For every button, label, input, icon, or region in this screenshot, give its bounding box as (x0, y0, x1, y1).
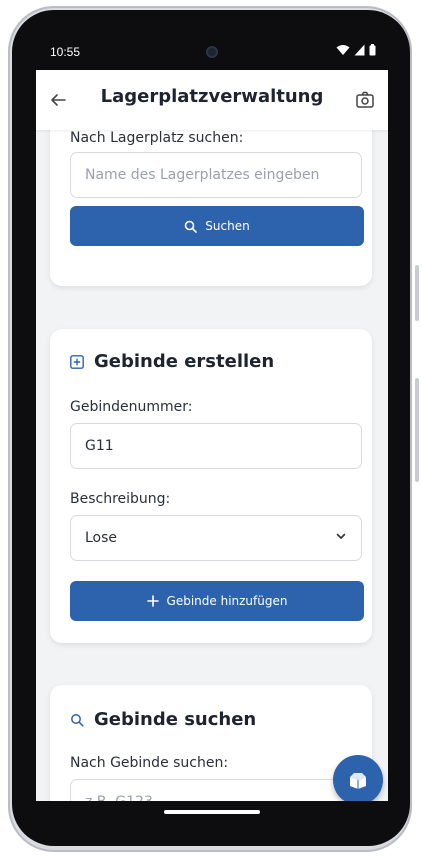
gebindenummer-input[interactable]: G11 (70, 423, 362, 469)
lagerplatz-search-input[interactable]: Name des Lagerplatzes eingeben (70, 152, 362, 198)
status-time: 10:55 (50, 45, 81, 59)
lagerplatz-search-label: Nach Lagerplatz suchen: (70, 130, 244, 146)
screen: 10:55 Lagerplatzverwaltung Nach Lagerpla… (36, 33, 388, 826)
gebinde-create-card: Gebinde erstellen Gebindenummer: G11 Bes… (50, 329, 372, 643)
signal-icon (354, 44, 365, 56)
search-icon (71, 713, 84, 727)
add-gebinde-button-label: Gebinde hinzufügen (166, 594, 288, 608)
plus-icon (146, 595, 159, 607)
chevron-down-icon (336, 533, 346, 539)
box-icon (350, 773, 366, 789)
add-gebinde-button[interactable]: Gebinde hinzufügen (70, 581, 364, 621)
add-box-icon (70, 354, 84, 369)
beschreibung-select-value: Lose (85, 530, 118, 546)
scroll-content[interactable]: Nach Lagerplatz suchen: Name des Lagerpl… (36, 130, 388, 826)
search-icon (184, 220, 198, 233)
gebinde-search-title: Gebinde suchen (94, 709, 257, 730)
page-title: Lagerplatzverwaltung (100, 86, 324, 107)
lagerplatz-search-button-label: Suchen (205, 219, 250, 233)
navigation-bar (36, 801, 388, 826)
status-bar: 10:55 (36, 33, 388, 70)
gebinde-search-label: Nach Gebinde suchen: (70, 755, 229, 771)
beschreibung-select[interactable]: Lose (70, 515, 362, 561)
camera-icon[interactable] (354, 89, 376, 111)
gebindenummer-label: Gebindenummer: (70, 399, 193, 415)
status-icons (336, 44, 376, 56)
power-button (415, 265, 419, 321)
gebinde-create-header: Gebinde erstellen (70, 351, 274, 372)
home-indicator[interactable] (164, 810, 260, 814)
box-fab-button[interactable] (333, 755, 383, 805)
battery-icon (369, 44, 376, 56)
beschreibung-label: Beschreibung: (70, 491, 171, 507)
gebinde-create-title: Gebinde erstellen (94, 351, 275, 372)
app-bar: Lagerplatzverwaltung (36, 70, 388, 130)
wifi-icon (336, 45, 350, 55)
lagerplatz-search-card: Nach Lagerplatz suchen: Name des Lagerpl… (50, 130, 372, 286)
volume-button (415, 378, 419, 482)
gebinde-search-header: Gebinde suchen (70, 709, 256, 730)
lagerplatz-search-button[interactable]: Suchen (70, 206, 364, 246)
front-camera (206, 46, 218, 58)
